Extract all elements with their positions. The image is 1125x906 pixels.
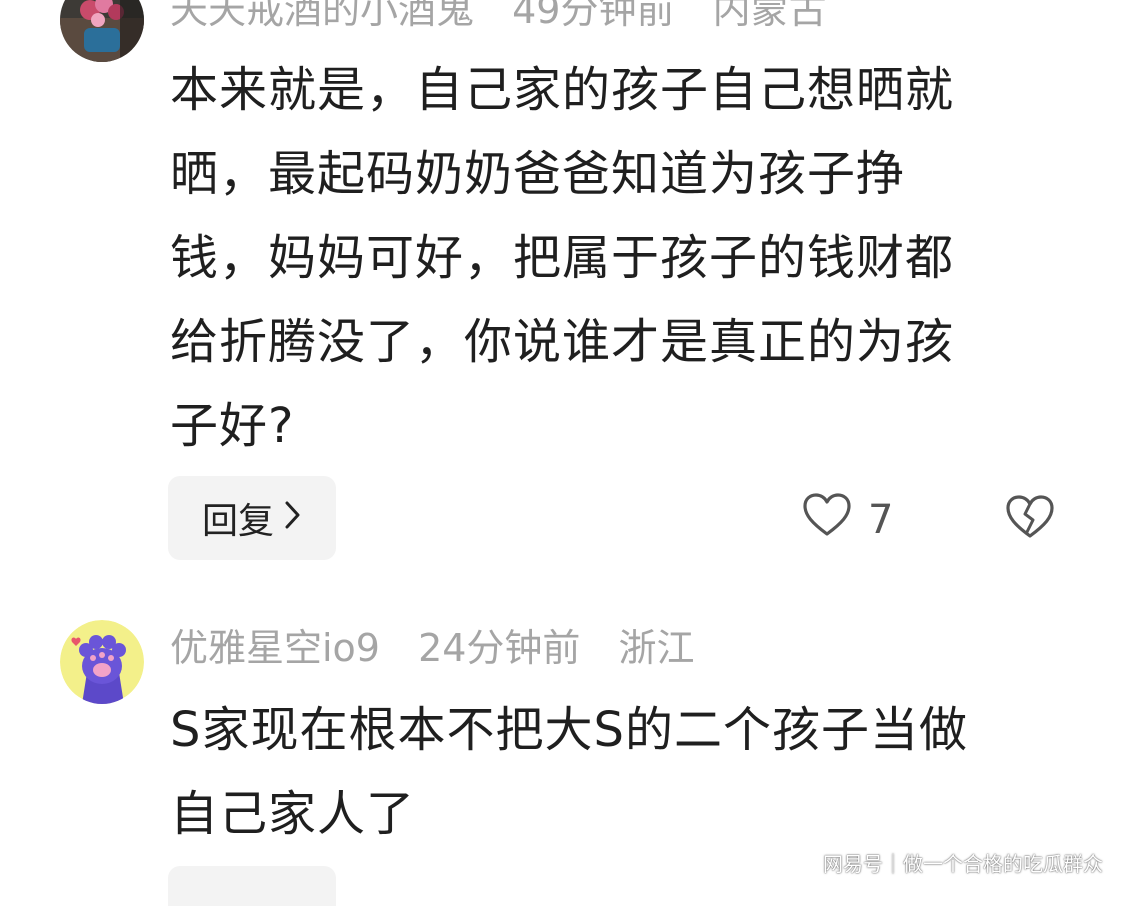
comment-line: 本来就是，自己家的孩子自己想晒就: [170, 62, 955, 118]
avatar[interactable]: [60, 620, 144, 704]
chevron-right-icon: [284, 498, 302, 539]
comment-line: 晒，最起码奶奶爸爸知道为孩子挣: [170, 146, 906, 202]
photo-avatar-icon: [60, 0, 144, 62]
comment-text: S家现在根本不把大S的二个孩子当做 自己家人了: [170, 688, 1050, 856]
username[interactable]: 天天戒酒的小酒鬼: [170, 0, 474, 32]
reply-label: 回复: [201, 501, 274, 542]
location: 内蒙古: [712, 0, 827, 32]
watermark: 网易号｜做一个合格的吃瓜群众: [823, 852, 1103, 876]
timestamp: 49分钟前: [512, 0, 675, 32]
comment-line: S家现在根本不把大S的二个孩子当做: [170, 702, 968, 758]
timestamp: 24分钟前: [418, 626, 581, 670]
comment-item: 天天戒酒的小酒鬼 49分钟前 内蒙古 本来就是，自己家的孩子自己想晒就 晒，最起…: [0, 0, 1125, 600]
reply-button[interactable]: 回复: [168, 476, 336, 560]
dislike-button[interactable]: [1005, 494, 1055, 544]
broken-heart-icon: [1005, 495, 1055, 544]
like-button[interactable]: 7: [802, 492, 893, 548]
comment-line: 给折腾没了，你说谁才是真正的为孩: [170, 314, 955, 370]
comment-meta: 优雅星空io9 24分钟前 浙江: [170, 626, 721, 670]
comment-meta: 天天戒酒的小酒鬼 49分钟前 内蒙古: [170, 0, 853, 32]
comment-line: 自己家人了: [170, 786, 416, 842]
reply-button[interactable]: [168, 866, 336, 906]
paw-avatar-icon: [60, 620, 144, 704]
location: 浙江: [618, 626, 695, 670]
avatar[interactable]: [60, 0, 144, 62]
comment-line: 钱，妈妈可好，把属于孩子的钱财都: [170, 230, 955, 286]
like-count: 7: [868, 497, 894, 543]
username[interactable]: 优雅星空io9: [170, 626, 380, 670]
comment-text: 本来就是，自己家的孩子自己想晒就 晒，最起码奶奶爸爸知道为孩子挣 钱，妈妈可好，…: [170, 48, 1050, 468]
comment-line: 子好?: [170, 398, 295, 454]
heart-outline-icon: [802, 492, 852, 548]
comment-item: 优雅星空io9 24分钟前 浙江 S家现在根本不把大S的二个孩子当做 自己家人了: [0, 600, 1125, 906]
